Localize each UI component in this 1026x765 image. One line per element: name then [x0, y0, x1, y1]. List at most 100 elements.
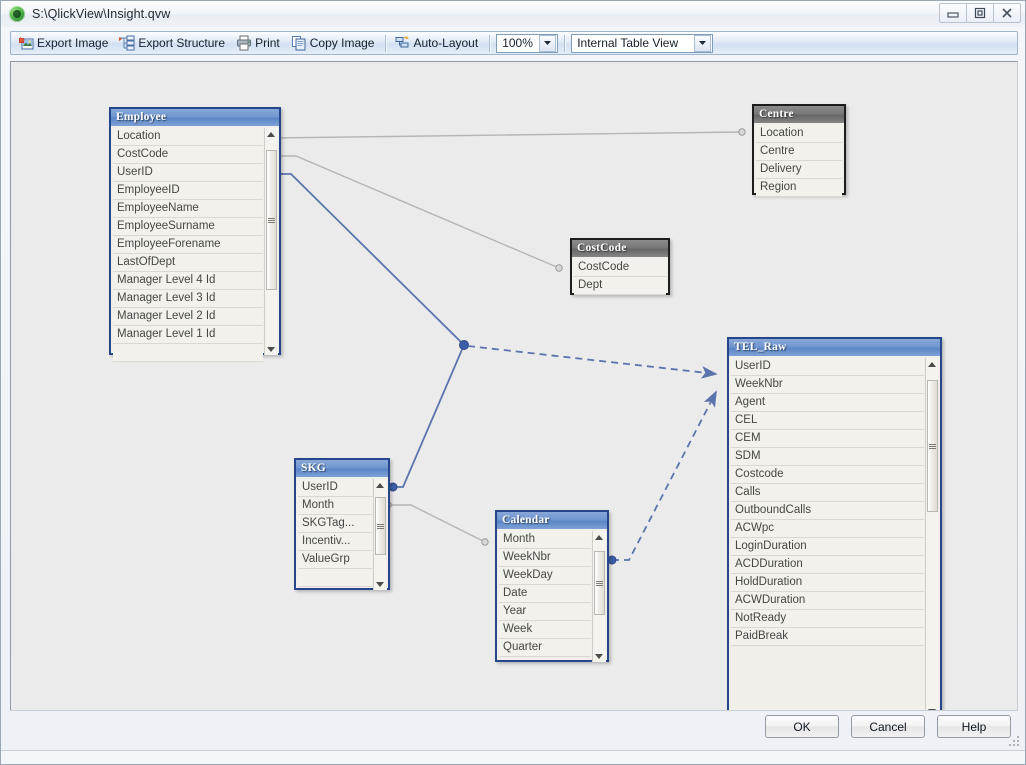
table-vertical-scrollbar[interactable]	[373, 479, 386, 590]
export-structure-button[interactable]: Export Structure	[115, 33, 232, 53]
table-field[interactable]: UserID	[731, 358, 924, 376]
chevron-down-icon-2[interactable]	[694, 35, 711, 52]
table-field[interactable]: UserID	[298, 479, 372, 497]
cancel-button[interactable]: Cancel	[851, 715, 925, 738]
table-field[interactable]: Dept	[574, 277, 666, 295]
zoom-level-combobox[interactable]: 100%	[496, 34, 558, 53]
scroll-down-button[interactable]	[374, 578, 387, 590]
scroll-track[interactable]	[265, 140, 278, 343]
toolbar-separator-3	[564, 35, 565, 52]
table-node-calendar[interactable]: Calendar MonthWeekNbrWeekDayDateYearWeekQ…	[495, 510, 609, 662]
table-node-skg[interactable]: SKG UserIDMonthSKGTag...Incentiv...ValueG…	[294, 458, 390, 590]
table-viewer-canvas[interactable]: EmployeeLocationCostCodeUserIDEmployeeID…	[10, 61, 1018, 711]
table-field[interactable]: HoldDuration	[731, 574, 924, 592]
table-field[interactable]: Manager Level 2 Id	[113, 308, 263, 326]
table-field[interactable]: Manager Level 4 Id	[113, 272, 263, 290]
export-image-button[interactable]: Export Image	[14, 33, 115, 53]
table-field[interactable]	[298, 569, 372, 587]
table-field[interactable]: EmployeeForename	[113, 236, 263, 254]
scroll-track[interactable]	[926, 370, 939, 705]
scroll-up-button[interactable]	[593, 531, 606, 543]
table-field[interactable]: Agent	[731, 394, 924, 412]
table-field[interactable]: EmployeeID	[113, 182, 263, 200]
scroll-thumb[interactable]	[927, 380, 938, 512]
table-field[interactable]: CEM	[731, 430, 924, 448]
table-field[interactable]: ACWpc	[731, 520, 924, 538]
table-field[interactable]: Quarter	[499, 639, 591, 657]
table-field[interactable]: ValueGrp	[298, 551, 372, 569]
table-field[interactable]: Month	[298, 497, 372, 515]
table-field[interactable]: Incentiv...	[298, 533, 372, 551]
auto-layout-label: Auto-Layout	[413, 36, 478, 50]
scroll-down-button[interactable]	[593, 650, 606, 662]
help-button[interactable]: Help	[937, 715, 1011, 738]
table-field[interactable]: WeekDay	[499, 567, 591, 585]
scroll-up-button[interactable]	[374, 479, 387, 491]
table-field[interactable]: LoginDuration	[731, 538, 924, 556]
table-node-costcode[interactable]: CostCodeCostCodeDept	[570, 238, 670, 295]
print-button[interactable]: Print	[232, 33, 287, 53]
table-title: SKG	[296, 460, 388, 477]
table-field[interactable]	[113, 344, 263, 362]
chevron-down-icon[interactable]	[539, 35, 556, 52]
link-endpoint	[556, 265, 562, 271]
scroll-up-button[interactable]	[265, 128, 278, 140]
table-field[interactable]: EmployeeSurname	[113, 218, 263, 236]
table-field[interactable]: Year	[499, 603, 591, 621]
scroll-thumb-grip	[929, 444, 936, 449]
scroll-thumb[interactable]	[266, 150, 277, 290]
table-node-employee[interactable]: EmployeeLocationCostCodeUserIDEmployeeID…	[109, 107, 281, 355]
scroll-track[interactable]	[593, 543, 606, 650]
scroll-thumb[interactable]	[375, 497, 386, 555]
table-field[interactable]: Centre	[756, 143, 842, 161]
table-field[interactable]: PaidBreak	[731, 628, 924, 646]
resize-grip[interactable]	[1008, 735, 1021, 748]
link-endpoint-active	[608, 556, 616, 564]
scroll-down-button[interactable]	[265, 343, 278, 355]
table-field[interactable]: Manager Level 1 Id	[113, 326, 263, 344]
view-mode-combobox[interactable]: Internal Table View	[571, 34, 713, 53]
table-field[interactable]: WeekNbr	[499, 549, 591, 567]
scroll-thumb[interactable]	[594, 551, 605, 615]
table-field[interactable]: Location	[756, 125, 842, 143]
table-field[interactable]: Calls	[731, 484, 924, 502]
table-field[interactable]: ACDDuration	[731, 556, 924, 574]
table-field[interactable]: Delivery	[756, 161, 842, 179]
table-field[interactable]: Location	[113, 128, 263, 146]
scroll-track[interactable]	[374, 491, 387, 578]
table-field[interactable]: WeekNbr	[731, 376, 924, 394]
table-vertical-scrollbar[interactable]	[925, 358, 938, 711]
table-field[interactable]: Week	[499, 621, 591, 639]
table-field[interactable]: Costcode	[731, 466, 924, 484]
table-field[interactable]: LastOfDept	[113, 254, 263, 272]
table-field[interactable]: Date	[499, 585, 591, 603]
auto-layout-button[interactable]: Auto-Layout	[390, 33, 485, 53]
table-field[interactable]: SDM	[731, 448, 924, 466]
table-field[interactable]: CEL	[731, 412, 924, 430]
scroll-up-button[interactable]	[926, 358, 939, 370]
table-title: Calendar	[497, 512, 607, 529]
table-field[interactable]: CostCode	[574, 259, 666, 277]
table-field[interactable]: ACWDuration	[731, 592, 924, 610]
table-vertical-scrollbar[interactable]	[264, 128, 277, 355]
close-button[interactable]	[993, 3, 1021, 23]
table-field[interactable]: EmployeeName	[113, 200, 263, 218]
minimize-button[interactable]	[939, 3, 967, 23]
table-field[interactable]: NotReady	[731, 610, 924, 628]
table-field[interactable]: CostCode	[113, 146, 263, 164]
scroll-down-button[interactable]	[926, 705, 939, 711]
table-node-centre[interactable]: CentreLocationCentreDeliveryRegion	[752, 104, 846, 195]
table-node-tel_raw[interactable]: TEL_RawUserIDWeekNbrAgentCELCEMSDMCostco…	[727, 337, 942, 711]
table-field[interactable]: Month	[499, 531, 591, 549]
table-field[interactable]: OutboundCalls	[731, 502, 924, 520]
restore-button[interactable]	[966, 3, 994, 23]
zoom-level-value: 100%	[497, 36, 539, 50]
table-field[interactable]: Manager Level 3 Id	[113, 290, 263, 308]
copy-image-button[interactable]: Copy Image	[287, 33, 382, 53]
table-field[interactable]: SKGTag...	[298, 515, 372, 533]
table-vertical-scrollbar[interactable]	[592, 531, 605, 662]
ok-button[interactable]: OK	[765, 715, 839, 738]
link-skg-month-calendar	[388, 505, 485, 542]
table-field[interactable]: Region	[756, 179, 842, 197]
table-field[interactable]: UserID	[113, 164, 263, 182]
